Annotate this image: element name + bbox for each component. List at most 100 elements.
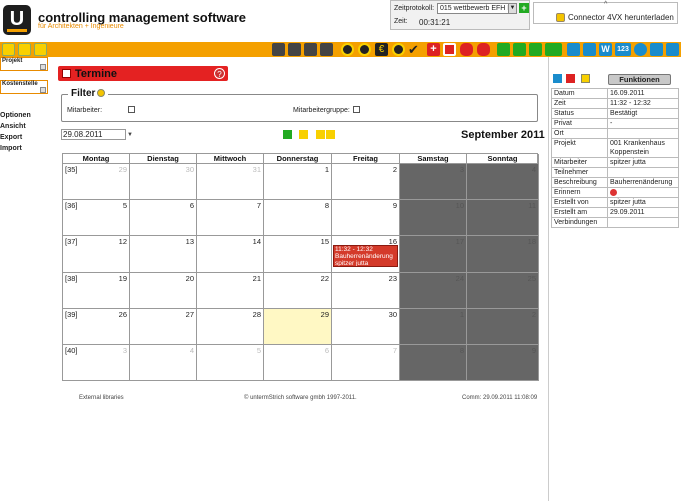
record-icon[interactable] xyxy=(320,43,333,56)
calendar-day[interactable]: 22 xyxy=(264,272,332,309)
calendar-day[interactable]: 29 xyxy=(264,308,332,345)
calendar-day[interactable]: 5 xyxy=(197,345,264,382)
pie-icon[interactable] xyxy=(358,43,371,56)
calendar-day[interactable]: 3 xyxy=(400,164,467,201)
numbers-icon[interactable]: 123 xyxy=(615,43,631,56)
calendar-day[interactable]: 14 xyxy=(197,236,264,273)
calendar-day[interactable]: 6 xyxy=(264,345,332,382)
kostenstelle-select[interactable]: Kostenstelle xyxy=(0,80,48,94)
edit-icon[interactable] xyxy=(553,74,562,83)
stop2-icon[interactable] xyxy=(477,43,490,56)
calendar-day[interactable]: [38] 19 xyxy=(63,272,130,309)
add-zeitprotokoll-button[interactable]: + xyxy=(519,3,529,13)
calendar-day[interactable]: 7 xyxy=(197,200,264,237)
calendar-day[interactable]: 13 xyxy=(130,236,197,273)
calendar-day[interactable]: 8 xyxy=(264,200,332,237)
next-arrow-icon[interactable] xyxy=(326,130,335,139)
euro-icon[interactable]: € xyxy=(375,43,388,56)
nav-optionen[interactable]: Optionen xyxy=(0,112,31,119)
collapse-icon[interactable]: ^ xyxy=(604,1,607,8)
details-key: Erstellt am xyxy=(551,207,608,218)
app-logo[interactable]: U xyxy=(3,5,31,35)
calendar-day[interactable]: 30 xyxy=(332,308,400,345)
nav-ansicht[interactable]: Ansicht xyxy=(0,123,26,130)
person2-icon[interactable] xyxy=(650,43,663,56)
calendar-day[interactable]: 2 xyxy=(467,308,539,345)
date-input[interactable]: 29.08.2011 ▼ xyxy=(61,129,133,140)
calendar-day[interactable]: 30 xyxy=(130,164,197,201)
calendar-day[interactable]: [40] 3 xyxy=(63,345,130,382)
calendar-day[interactable]: 6 xyxy=(130,200,197,237)
settings-icon[interactable] xyxy=(634,43,647,56)
today-icon[interactable] xyxy=(283,130,292,139)
calendar-day[interactable]: 31 xyxy=(197,164,264,201)
calendar-day[interactable]: [37] 12 xyxy=(63,236,130,273)
calendar-day[interactable]: 2 xyxy=(332,164,400,201)
chart-bars2-icon[interactable] xyxy=(529,43,542,56)
calendar-day[interactable]: [36] 5 xyxy=(63,200,130,237)
calendar-day[interactable]: 4 xyxy=(467,164,539,201)
calendar-icon[interactable] xyxy=(443,43,456,56)
calendar-day[interactable]: 27 xyxy=(130,308,197,345)
nav-export[interactable]: Export xyxy=(0,134,22,141)
mail-icon[interactable] xyxy=(549,43,562,56)
nav-import[interactable]: Import xyxy=(0,145,22,152)
plus-icon[interactable]: + xyxy=(427,43,440,56)
home-icon[interactable] xyxy=(272,43,285,56)
calendar-day[interactable]: 1 xyxy=(264,164,332,201)
footer-left[interactable]: External libraries xyxy=(79,395,124,401)
person3-icon[interactable] xyxy=(666,43,679,56)
chart-bars-icon[interactable] xyxy=(513,43,526,56)
pencil-icon[interactable] xyxy=(497,43,510,56)
group-icon[interactable] xyxy=(583,43,596,56)
calendar-day[interactable]: 21 xyxy=(197,272,264,309)
calendar-day[interactable]: 9 xyxy=(332,200,400,237)
clock-icon[interactable] xyxy=(341,43,354,56)
chevron-down-icon[interactable]: ▼ xyxy=(127,131,133,140)
mitarbeiter-checkbox[interactable] xyxy=(128,106,135,113)
calendar-day[interactable]: 25 xyxy=(467,272,539,309)
calendar-day[interactable]: 24 xyxy=(400,272,467,309)
search-list-icon[interactable] xyxy=(19,44,30,55)
filter-toggle-icon[interactable] xyxy=(97,89,106,98)
calendar-day[interactable]: 20 xyxy=(130,272,197,309)
day-number: 4 xyxy=(531,165,536,174)
calendar-day[interactable]: [39] 26 xyxy=(63,308,130,345)
person-icon[interactable] xyxy=(304,43,317,56)
delete-icon[interactable] xyxy=(566,74,575,83)
calendar-day[interactable]: 16 11:32 - 12:32 Bauherrenänderung spitzer … xyxy=(332,236,400,273)
calendar-event[interactable]: 11:32 - 12:32 Bauherrenänderung spitzer ju… xyxy=(333,245,398,268)
download-icon[interactable] xyxy=(581,74,590,83)
calendar-day[interactable]: [35] 29 xyxy=(63,164,130,201)
help-icon[interactable]: ? xyxy=(214,68,225,79)
calendar-day[interactable]: 11 xyxy=(467,200,539,237)
mitarbeitergruppe-checkbox[interactable] xyxy=(353,106,360,113)
weekday-header: Mittwoch xyxy=(197,154,264,164)
target-icon[interactable] xyxy=(392,43,405,56)
reminder-icon[interactable] xyxy=(610,188,617,196)
check-icon[interactable]: ✔ xyxy=(408,43,421,56)
calendar-day[interactable]: 18 xyxy=(467,236,539,273)
funktionen-button[interactable]: Funktionen xyxy=(608,74,671,85)
calendar-day[interactable]: 28 xyxy=(197,308,264,345)
calendar-day[interactable]: 23 xyxy=(332,272,400,309)
prev-arrow-icon[interactable] xyxy=(316,130,325,139)
contacts-icon[interactable] xyxy=(288,43,301,56)
module-icon[interactable] xyxy=(3,44,14,55)
exit-icon[interactable] xyxy=(35,44,46,55)
calendar-day[interactable]: 8 xyxy=(400,345,467,382)
calendar-day[interactable]: 1 xyxy=(400,308,467,345)
calendar-day[interactable]: 9 xyxy=(467,345,539,382)
connector-download[interactable]: ^ Connector 4VX herunterladen xyxy=(533,1,678,24)
calendar-day[interactable]: 17 xyxy=(400,236,467,273)
people-icon[interactable] xyxy=(567,43,580,56)
zeitprotokoll-select[interactable]: 015 wettbewerb EFH I ▼ xyxy=(437,3,517,14)
calendar-day[interactable]: 7 xyxy=(332,345,400,382)
w-icon[interactable]: W xyxy=(599,43,612,56)
calendar-day[interactable]: 10 xyxy=(400,200,467,237)
up-arrow-icon[interactable] xyxy=(299,130,308,139)
stop-icon[interactable] xyxy=(460,43,473,56)
projekt-select[interactable]: Projekt xyxy=(0,57,48,71)
calendar-day[interactable]: 15 xyxy=(264,236,332,273)
calendar-day[interactable]: 4 xyxy=(130,345,197,382)
